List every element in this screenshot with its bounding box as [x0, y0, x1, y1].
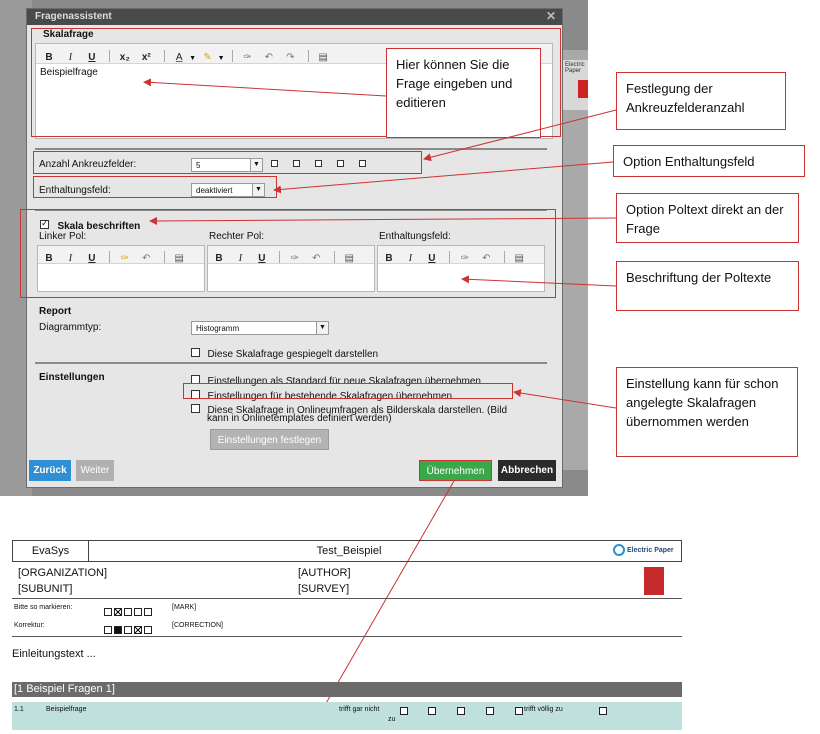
right-pole-text: trifft völlig zu	[524, 706, 563, 713]
example-box-filled	[114, 625, 122, 634]
sheet-divider	[12, 598, 682, 599]
sheet-intro: Einleitungstext ...	[12, 648, 96, 660]
sheet-title: Test_Beispiel	[316, 545, 382, 557]
sheet-survey: [SURVEY]	[298, 583, 350, 595]
arrow-pole-text-option	[149, 216, 617, 225]
example-box	[144, 625, 152, 634]
answer-box	[457, 707, 465, 715]
left-pole-text-2: zu	[388, 716, 396, 723]
example-box	[124, 625, 132, 634]
arrow-existing-settings	[513, 389, 617, 409]
question-number: 1.1	[14, 706, 24, 713]
sheet-logo: Electric Paper	[613, 543, 681, 559]
example-box-crossed	[114, 607, 122, 616]
left-pole-text-1: trifft gar nicht	[339, 706, 380, 713]
mark-example	[104, 603, 154, 621]
arrow-edit-question	[143, 78, 387, 97]
example-box	[104, 625, 112, 634]
sheet-subunit: [SUBUNIT]	[18, 583, 73, 595]
question-text: Beispielfrage	[46, 706, 87, 713]
mark-tag: [MARK]	[172, 604, 197, 611]
sheet-brand: EvaSys	[13, 541, 89, 561]
answer-box	[515, 707, 523, 715]
answer-box	[486, 707, 494, 715]
correction-label: Korrektur:	[14, 622, 45, 629]
arrow-pole-labels	[461, 275, 617, 287]
mark-label: Bitte so markieren:	[14, 604, 73, 611]
abstain-box	[599, 707, 607, 715]
arrow-abstain	[273, 161, 614, 194]
sheet-organization: [ORGANIZATION]	[18, 567, 108, 579]
example-box	[144, 607, 152, 616]
electric-paper-logo-icon	[613, 544, 625, 557]
sheet-divider	[12, 636, 682, 637]
sheet-author: [AUTHOR]	[298, 567, 351, 579]
arrow-accept-to-sheet	[320, 480, 455, 713]
example-box	[104, 607, 112, 616]
example-box	[124, 607, 132, 616]
section-header-bar: [1 Beispiel Fragen 1]	[12, 682, 682, 697]
sheet-logo-text: Electric Paper	[626, 547, 674, 554]
example-box-crossed	[134, 625, 142, 634]
question-row: 1.1 Beispielfrage trifft gar nicht zu tr…	[12, 702, 682, 730]
sheet-emblem-icon	[644, 567, 664, 595]
answer-box	[400, 707, 408, 715]
correction-tag: [CORRECTION]	[172, 622, 223, 629]
example-box	[134, 607, 142, 616]
sheet-header: EvaSys Test_Beispiel Electric Paper	[12, 540, 682, 562]
answer-box	[428, 707, 436, 715]
arrow-checkbox-count	[423, 109, 617, 162]
